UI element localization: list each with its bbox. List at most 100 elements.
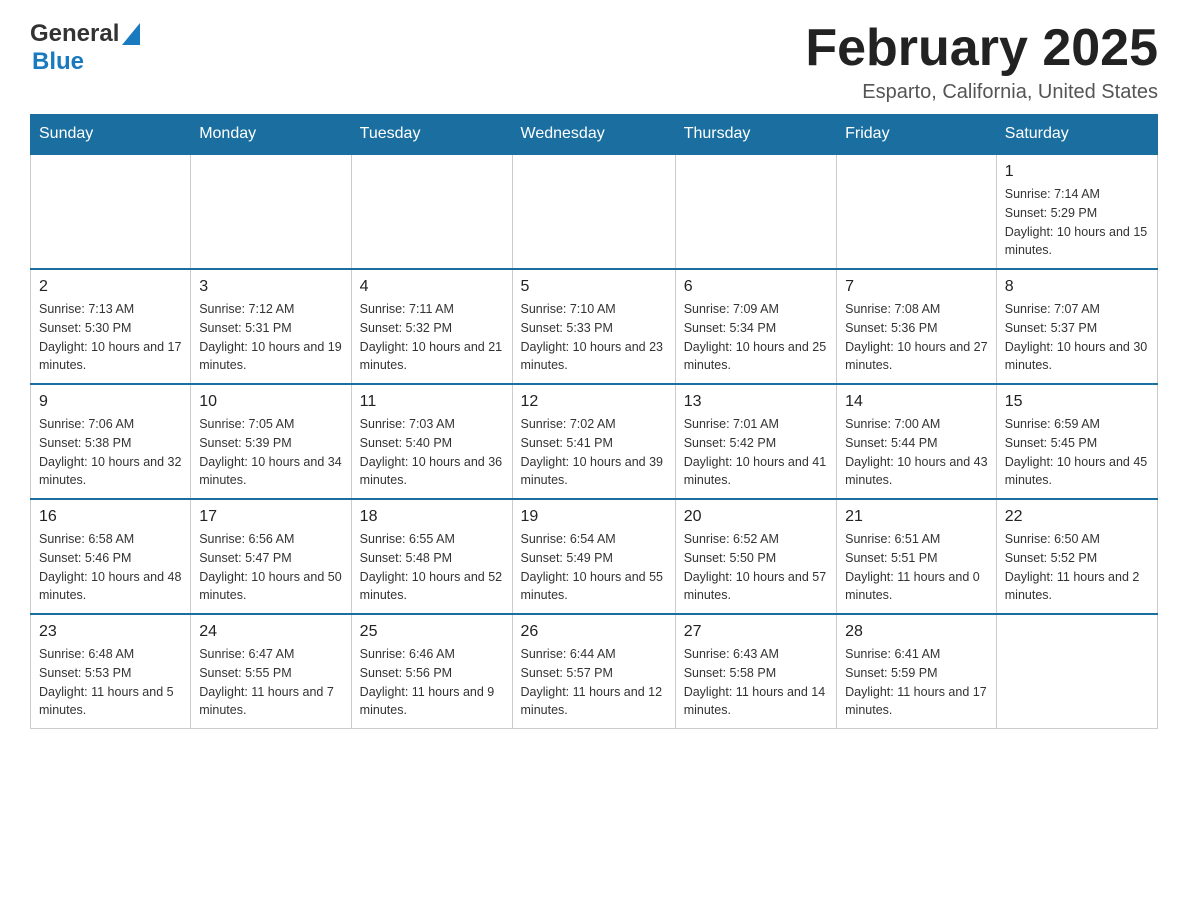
day-info-line: Sunset: 5:49 PM xyxy=(521,551,613,565)
day-info: Sunrise: 6:58 AMSunset: 5:46 PMDaylight:… xyxy=(39,530,182,605)
day-number: 25 xyxy=(360,623,504,641)
day-info-line: Daylight: 10 hours and 57 minutes. xyxy=(684,570,826,603)
day-info-line: Sunset: 5:36 PM xyxy=(845,321,937,335)
day-info-line: Sunrise: 7:03 AM xyxy=(360,417,455,431)
day-info: Sunrise: 7:05 AMSunset: 5:39 PMDaylight:… xyxy=(199,415,342,490)
day-info-line: Sunset: 5:32 PM xyxy=(360,321,452,335)
logo-blue-text: Blue xyxy=(32,48,84,75)
day-info-line: Daylight: 11 hours and 0 minutes. xyxy=(845,570,980,603)
day-info: Sunrise: 7:13 AMSunset: 5:30 PMDaylight:… xyxy=(39,300,182,375)
day-info-line: Daylight: 10 hours and 19 minutes. xyxy=(199,340,341,373)
day-info: Sunrise: 7:14 AM Sunset: 5:29 PM Daylight:… xyxy=(1005,185,1149,260)
month-title: February 2025 xyxy=(805,20,1158,77)
calendar-cell: 12Sunrise: 7:02 AMSunset: 5:41 PMDayligh… xyxy=(512,384,675,499)
calendar-cell xyxy=(512,154,675,269)
calendar-cell xyxy=(675,154,836,269)
calendar-cell xyxy=(837,154,997,269)
day-number: 28 xyxy=(845,623,988,641)
calendar-cell: 26Sunrise: 6:44 AMSunset: 5:57 PMDayligh… xyxy=(512,614,675,729)
day-info-line: Daylight: 10 hours and 52 minutes. xyxy=(360,570,502,603)
day-number: 12 xyxy=(521,393,667,411)
day-info-line: Sunrise: 6:51 AM xyxy=(845,532,940,546)
weekday-header-monday: Monday xyxy=(191,115,351,155)
day-info-line: Sunrise: 7:05 AM xyxy=(199,417,294,431)
logo: General Blue xyxy=(30,20,140,76)
day-info-line: Sunrise: 6:56 AM xyxy=(199,532,294,546)
day-info-line: Sunrise: 7:02 AM xyxy=(521,417,616,431)
calendar-cell: 27 Sunrise: 6:43 AMSunset: 5:58 PMDayligh… xyxy=(675,614,836,729)
day-info-line: Sunset: 5:41 PM xyxy=(521,436,613,450)
weekday-header-tuesday: Tuesday xyxy=(351,115,512,155)
day-info-line: Sunrise: 6:54 AM xyxy=(521,532,616,546)
day-info-line: Sunrise: 6:50 AM xyxy=(1005,532,1100,546)
day-info-line: Daylight: 11 hours and 14 minutes. xyxy=(684,685,826,718)
day-number: 8 xyxy=(1005,278,1149,296)
day-info-line: Sunrise: 6:58 AM xyxy=(39,532,134,546)
calendar-cell: 21Sunrise: 6:51 AMSunset: 5:51 PMDayligh… xyxy=(837,499,997,614)
calendar-header: SundayMondayTuesdayWednesdayThursdayFrid… xyxy=(31,115,1158,155)
calendar-cell: 23Sunrise: 6:48 AMSunset: 5:53 PMDayligh… xyxy=(31,614,191,729)
day-info-line: Sunset: 5:29 PM xyxy=(1005,206,1097,220)
day-info-line: Sunrise: 6:41 AM xyxy=(845,647,940,661)
day-info-line: Sunset: 5:44 PM xyxy=(845,436,937,450)
day-info: Sunrise: 6:50 AMSunset: 5:52 PMDaylight:… xyxy=(1005,530,1149,605)
calendar-cell xyxy=(996,614,1157,729)
day-number: 11 xyxy=(360,393,504,411)
day-info-line: Sunset: 5:42 PM xyxy=(684,436,776,450)
day-info: Sunrise: 6:56 AMSunset: 5:47 PMDaylight:… xyxy=(199,530,342,605)
day-info: Sunrise: 7:07 AM Sunset: 5:37 PM Daylight:… xyxy=(1005,300,1149,375)
calendar-cell: 13Sunrise: 7:01 AMSunset: 5:42 PMDayligh… xyxy=(675,384,836,499)
page-header: General Blue February 2025 Esparto, Cali… xyxy=(30,20,1158,104)
day-info-line: Sunrise: 7:14 AM xyxy=(1005,187,1100,201)
day-info-line: Daylight: 10 hours and 27 minutes. xyxy=(845,340,987,373)
logo-general-text: General xyxy=(30,20,119,48)
day-info-line: Daylight: 10 hours and 48 minutes. xyxy=(39,570,181,603)
day-info-line: Sunset: 5:55 PM xyxy=(199,666,291,680)
calendar-cell: 3Sunrise: 7:12 AMSunset: 5:31 PMDaylight… xyxy=(191,269,351,384)
day-info-line: Sunset: 5:45 PM xyxy=(1005,436,1097,450)
weekday-header-wednesday: Wednesday xyxy=(512,115,675,155)
day-info-line: Sunrise: 7:01 AM xyxy=(684,417,779,431)
calendar-cell xyxy=(31,154,191,269)
calendar-cell: 5Sunrise: 7:10 AMSunset: 5:33 PMDaylight… xyxy=(512,269,675,384)
calendar-cell: 2 Sunrise: 7:13 AMSunset: 5:30 PMDaylight… xyxy=(31,269,191,384)
calendar-cell: 15Sunrise: 6:59 AMSunset: 5:45 PMDayligh… xyxy=(996,384,1157,499)
day-number: 24 xyxy=(199,623,342,641)
day-info: Sunrise: 6:43 AMSunset: 5:58 PMDaylight:… xyxy=(684,645,828,720)
day-info: Sunrise: 6:59 AMSunset: 5:45 PMDaylight:… xyxy=(1005,415,1149,490)
logo-triangle-icon xyxy=(122,23,140,50)
day-number: 27 xyxy=(684,623,828,641)
calendar-cell: 4Sunrise: 7:11 AMSunset: 5:32 PMDaylight… xyxy=(351,269,512,384)
location-subtitle: Esparto, California, United States xyxy=(805,81,1158,104)
calendar-week-row: 2 Sunrise: 7:13 AMSunset: 5:30 PMDaylight… xyxy=(31,269,1158,384)
day-info-line: Sunset: 5:34 PM xyxy=(684,321,776,335)
day-info-line: Sunset: 5:58 PM xyxy=(684,666,776,680)
day-info-line: Sunset: 5:37 PM xyxy=(1005,321,1097,335)
day-info-line: Sunrise: 7:11 AM xyxy=(360,302,454,316)
day-info-line: Sunset: 5:38 PM xyxy=(39,436,131,450)
day-number: 20 xyxy=(684,508,828,526)
day-info-line: Daylight: 10 hours and 32 minutes. xyxy=(39,455,181,488)
day-info: Sunrise: 7:02 AMSunset: 5:41 PMDaylight:… xyxy=(521,415,667,490)
day-info: Sunrise: 6:55 AMSunset: 5:48 PMDaylight:… xyxy=(360,530,504,605)
day-info: Sunrise: 7:01 AMSunset: 5:42 PMDaylight:… xyxy=(684,415,828,490)
day-info: Sunrise: 7:08 AMSunset: 5:36 PMDaylight:… xyxy=(845,300,988,375)
day-info-line: Sunrise: 6:59 AM xyxy=(1005,417,1100,431)
day-info: Sunrise: 7:11 AMSunset: 5:32 PMDaylight:… xyxy=(360,300,504,375)
day-info-line: Sunrise: 6:47 AM xyxy=(199,647,294,661)
day-info-line: Daylight: 10 hours and 30 minutes. xyxy=(1005,340,1147,373)
calendar-cell: 14Sunrise: 7:00 AMSunset: 5:44 PMDayligh… xyxy=(837,384,997,499)
day-info-line: Daylight: 11 hours and 5 minutes. xyxy=(39,685,174,718)
calendar-cell: 6Sunrise: 7:09 AMSunset: 5:34 PMDaylight… xyxy=(675,269,836,384)
title-section: February 2025 Esparto, California, Unite… xyxy=(805,20,1158,104)
day-info-line: Daylight: 10 hours and 15 minutes. xyxy=(1005,225,1147,258)
calendar-cell: 25Sunrise: 6:46 AMSunset: 5:56 PMDayligh… xyxy=(351,614,512,729)
day-info: Sunrise: 6:47 AMSunset: 5:55 PMDaylight:… xyxy=(199,645,342,720)
day-number: 4 xyxy=(360,278,504,296)
day-number: 5 xyxy=(521,278,667,296)
day-number: 2 xyxy=(39,278,182,296)
day-info-line: Sunrise: 7:07 AM xyxy=(1005,302,1100,316)
day-info-line: Sunset: 5:48 PM xyxy=(360,551,452,565)
day-info-line: Sunset: 5:52 PM xyxy=(1005,551,1097,565)
calendar-cell: 1Sunrise: 7:14 AMSunset: 5:29 PMDaylight… xyxy=(996,154,1157,269)
